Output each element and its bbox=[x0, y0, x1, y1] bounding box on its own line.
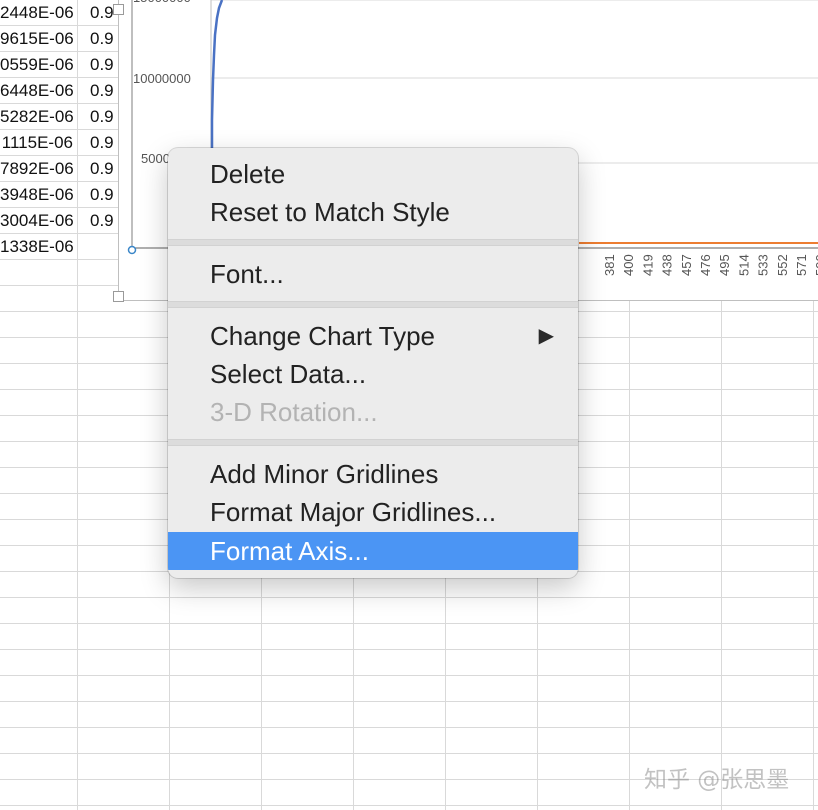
x-tick-label-514: 514 bbox=[736, 254, 751, 276]
cell-a-6[interactable]: 1115E-06 bbox=[0, 130, 77, 156]
menu-item-change-chart-type-label: Change Chart Type bbox=[210, 321, 435, 351]
x-tick-label-590: 590 bbox=[813, 254, 818, 276]
cell-a-1[interactable]: 2448E-06 bbox=[0, 0, 77, 26]
menu-item-format-axis[interactable]: Format Axis... bbox=[168, 532, 578, 570]
cell-a-2[interactable]: 9615E-06 bbox=[0, 26, 77, 52]
axis-selection-handle[interactable] bbox=[127, 245, 137, 255]
y-tick-label-15000000: 15000000 bbox=[133, 0, 191, 5]
cell-b-1[interactable]: 0.9 bbox=[90, 0, 114, 26]
cell-a-10[interactable]: 1338E-06 bbox=[0, 234, 77, 260]
cell-b-7[interactable]: 0.9 bbox=[90, 156, 114, 182]
x-tick-label-419: 419 bbox=[640, 254, 655, 276]
x-tick-label-533: 533 bbox=[756, 254, 771, 276]
cell-b-5[interactable]: 0.9 bbox=[90, 104, 114, 130]
y-tick-label-10000000: 10000000 bbox=[133, 71, 191, 86]
cell-b-3[interactable]: 0.9 bbox=[90, 52, 114, 78]
menu-item-3d-rotation: 3-D Rotation... bbox=[210, 397, 378, 427]
x-tick-label-552: 552 bbox=[775, 254, 790, 276]
menu-item-change-chart-type[interactable]: Change Chart Type ▶ bbox=[168, 317, 578, 355]
x-tick-label-457: 457 bbox=[679, 254, 694, 276]
cell-a-8[interactable]: 3948E-06 bbox=[0, 182, 77, 208]
cell-b-10[interactable] bbox=[90, 234, 114, 260]
cell-a-9[interactable]: 3004E-06 bbox=[0, 208, 77, 234]
cell-b-9[interactable]: 0.9 bbox=[90, 208, 114, 234]
menu-item-delete[interactable]: Delete bbox=[168, 155, 578, 193]
menu-separator-1 bbox=[168, 239, 578, 246]
menu-item-reset-to-match-style[interactable]: Reset to Match Style bbox=[168, 193, 578, 231]
menu-item-select-data[interactable]: Select Data... bbox=[168, 355, 578, 393]
cell-b-6[interactable]: 0.9 bbox=[90, 130, 114, 156]
chart-resize-handle-top[interactable] bbox=[113, 4, 124, 15]
cell-a-4[interactable]: 6448E-06 bbox=[0, 78, 77, 104]
menu-separator-2 bbox=[168, 301, 578, 308]
menu-item-font[interactable]: Font... bbox=[168, 255, 578, 293]
cell-b-2[interactable]: 0.9 bbox=[90, 26, 114, 52]
x-tick-label-400: 400 bbox=[621, 254, 636, 276]
watermark: 知乎 @张思墨 bbox=[644, 767, 790, 793]
submenu-arrow-icon: ▶ bbox=[538, 325, 554, 347]
cell-a-7[interactable]: 7892E-06 bbox=[0, 156, 77, 182]
x-tick-label-438: 438 bbox=[660, 254, 675, 276]
x-tick-labels: 381 400 419 438 457 476 495 514 533 552 571 590 bbox=[602, 254, 818, 276]
blue-series-line[interactable] bbox=[210, 0, 224, 150]
x-tick-label-571: 571 bbox=[794, 254, 809, 276]
chart-resize-handle-bottom[interactable] bbox=[113, 291, 124, 302]
menu-item-add-minor-gridlines[interactable]: Add Minor Gridlines bbox=[168, 455, 578, 493]
x-tick-label-381: 381 bbox=[602, 254, 617, 276]
x-tick-label-476: 476 bbox=[698, 254, 713, 276]
x-tick-label-495: 495 bbox=[717, 254, 732, 276]
context-menu: Delete Reset to Match Style Font... Chan… bbox=[168, 148, 578, 578]
cell-a-5[interactable]: 5282E-06 bbox=[0, 104, 77, 130]
menu-item-format-major-gridlines[interactable]: Format Major Gridlines... bbox=[168, 493, 578, 531]
cell-b-4[interactable]: 0.9 bbox=[90, 78, 114, 104]
column-b-cells[interactable]: 0.9 0.9 0.9 0.9 0.9 0.9 0.9 0.9 0.9 bbox=[90, 0, 114, 260]
menu-separator-3 bbox=[168, 439, 578, 446]
column-a-cells[interactable]: 2448E-06 9615E-06 0559E-06 6448E-06 5282… bbox=[0, 0, 77, 260]
cell-a-3[interactable]: 0559E-06 bbox=[0, 52, 77, 78]
cell-b-8[interactable]: 0.9 bbox=[90, 182, 114, 208]
